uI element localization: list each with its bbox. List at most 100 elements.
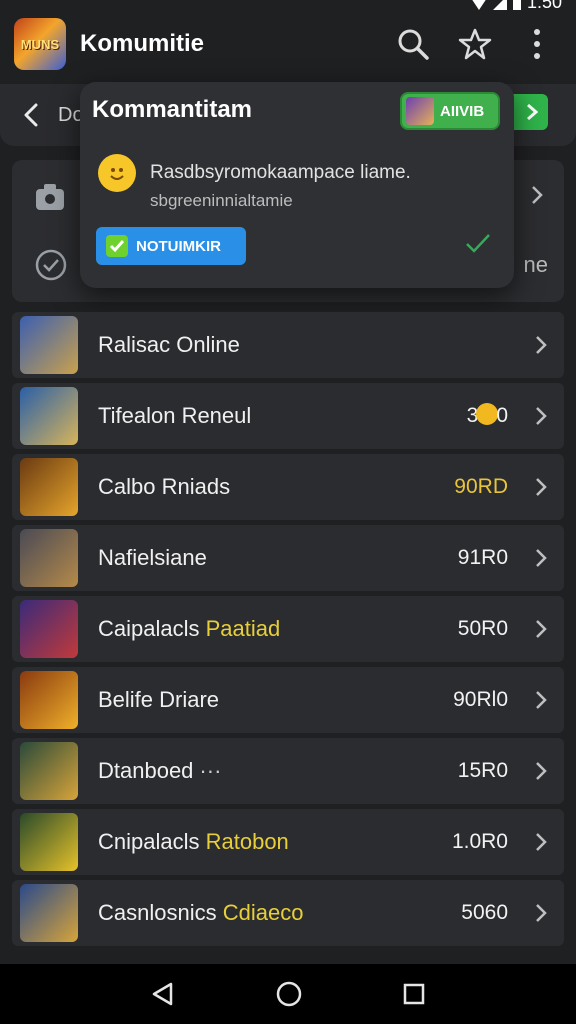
- list-item-title: Tifealon Reneul: [98, 403, 251, 429]
- popup-title: Kommantitam: [92, 96, 253, 123]
- list-item-accent-text: Paatiad: [205, 616, 281, 641]
- list-item-title-text: Caipalacls: [98, 616, 206, 641]
- star-icon: [458, 28, 492, 60]
- list-item[interactable]: Dtanboed ··· 15R0: [12, 738, 564, 804]
- check-circle-icon: [35, 249, 67, 281]
- recents-square-icon[interactable]: [403, 983, 425, 1005]
- list-item-value: 90RD: [454, 475, 508, 499]
- popup-submessage: sbgreeninnialtamie: [150, 191, 293, 210]
- game-thumbnail: [20, 529, 78, 587]
- list-item[interactable]: Nafielsiane 91R0: [12, 525, 564, 591]
- status-time: 1:50: [526, 0, 562, 12]
- list-item-title: Cnipalacls Ratobon: [98, 829, 289, 855]
- chevron-right-icon[interactable]: [534, 760, 548, 782]
- list-item-value-text: 15R0: [457, 759, 508, 782]
- search-button[interactable]: [396, 27, 430, 61]
- game-thumbnail: [20, 671, 78, 729]
- chevron-right-icon[interactable]: [534, 476, 548, 498]
- list-item-value-suffix: 0: [496, 404, 508, 427]
- smiley-emoji-icon: [98, 154, 136, 192]
- list-item-value: 30: [467, 403, 508, 428]
- chevron-right-icon[interactable]: [534, 618, 548, 640]
- list-item[interactable]: Cnipalacls Ratobon 1.0R0: [12, 809, 564, 875]
- game-thumbnail: [20, 742, 78, 800]
- status-bar: 1:50: [0, 0, 576, 14]
- list-item-title: Calbo Rniads: [98, 474, 230, 500]
- badge-avatar: [406, 97, 434, 125]
- app-logo-text: MUNS: [20, 36, 60, 52]
- wifi-icon: [472, 0, 486, 10]
- back-button[interactable]: [16, 100, 46, 130]
- favorite-button[interactable]: [458, 27, 492, 61]
- ellipsis-text: ···: [199, 758, 222, 783]
- coin-icon: [476, 403, 499, 426]
- game-thumbnail: [20, 387, 78, 445]
- list-item-title-text: Ralisac Online: [98, 332, 240, 357]
- back-arrow-icon: [24, 103, 38, 127]
- badge-label: AIIVIB: [440, 102, 485, 120]
- list-item-value-text: 90Rl0: [453, 688, 508, 711]
- system-nav-bar: [0, 964, 576, 1024]
- more-options-button[interactable]: [520, 27, 554, 61]
- game-thumbnail: [20, 813, 78, 871]
- background-card-text: ne: [523, 252, 548, 277]
- game-list: Ralisac Online Tifealon Reneul 3 0 Calbo Rni…: [12, 312, 564, 951]
- list-item-title: Casnlosnics Cdiaeco: [98, 900, 303, 926]
- list-item-accent-text: Cdiaeco: [222, 900, 304, 925]
- notify-button-label: NOTUIMKIR: [136, 237, 221, 255]
- list-item-value: 5060: [461, 901, 508, 925]
- notify-button[interactable]: NOTUIMKIR: [96, 227, 246, 265]
- list-item-accent-text: Ratobon: [205, 829, 289, 854]
- list-item-title: Caipalacls Paatiad: [98, 616, 280, 642]
- status-icons: 1:50: [471, 0, 562, 13]
- battery-icon: [512, 0, 521, 10]
- list-item-title-text: Tifealon Reneul: [98, 403, 252, 428]
- list-item-value-text: 90RD: [454, 475, 508, 498]
- list-item-title-text: Calbo Rniads: [98, 474, 231, 499]
- check-icon[interactable]: [464, 232, 492, 254]
- list-item-title-text: Casnlosnics: [98, 900, 223, 925]
- list-item[interactable]: Tifealon Reneul 3 0: [12, 383, 564, 449]
- chevron-right-icon[interactable]: [534, 405, 548, 427]
- app-title: Komumitie: [80, 30, 205, 57]
- app-logo[interactable]: MUNS: [14, 18, 66, 70]
- list-item-value-text: 50R0: [457, 617, 508, 640]
- game-thumbnail: [20, 458, 78, 516]
- chevron-right-icon[interactable]: [534, 334, 548, 356]
- chevron-right-icon[interactable]: [534, 547, 548, 569]
- back-triangle-icon[interactable]: [151, 982, 175, 1006]
- game-thumbnail: [20, 600, 78, 658]
- home-circle-icon[interactable]: [276, 981, 302, 1007]
- list-item-value: 50R0: [458, 617, 508, 641]
- checkmark-icon: [106, 235, 128, 257]
- chevron-right-icon[interactable]: [530, 184, 544, 206]
- chevron-right-icon: [527, 103, 538, 121]
- search-icon: [398, 29, 429, 60]
- list-item[interactable]: Belife Driare 90Rl0: [12, 667, 564, 733]
- list-item[interactable]: Calbo Rniads 90RD: [12, 454, 564, 520]
- list-item[interactable]: Casnlosnics Cdiaeco 5060: [12, 880, 564, 946]
- more-vert-icon: [534, 29, 540, 59]
- list-item-title: Belife Driare: [98, 687, 219, 713]
- chevron-right-icon[interactable]: [534, 831, 548, 853]
- list-item[interactable]: Caipalacls Paatiad 50R0: [12, 596, 564, 662]
- notification-popup[interactable]: Kommantitam AIIVIB Rasdbsyromokaampace l…: [80, 82, 514, 288]
- list-item-title-text: Cnipalacls: [98, 829, 206, 854]
- list-item-value: 90Rl0: [453, 688, 508, 712]
- list-item-title-text: Belife Driare: [98, 687, 220, 712]
- camera-icon: [36, 184, 64, 210]
- chevron-right-icon[interactable]: [534, 689, 548, 711]
- game-thumbnail: [20, 316, 78, 374]
- list-item-title: Ralisac Online: [98, 332, 240, 358]
- list-item[interactable]: Ralisac Online: [12, 312, 564, 378]
- popup-message: Rasdbsyromokaampace liame.: [150, 162, 411, 183]
- list-item-title-text: Dtanboed: [98, 758, 194, 783]
- list-item-value: 15R0: [458, 759, 508, 783]
- list-item-value-text: 1.0R0: [451, 830, 508, 853]
- chevron-right-icon[interactable]: [534, 902, 548, 924]
- list-item-value-text: 5060: [461, 901, 508, 924]
- list-item-title-text: Nafielsiane: [98, 545, 207, 570]
- popup-badge[interactable]: AIIVIB: [400, 92, 500, 130]
- list-item-value: 1.0R0: [452, 830, 508, 854]
- list-item-value-text: 91R0: [457, 546, 508, 569]
